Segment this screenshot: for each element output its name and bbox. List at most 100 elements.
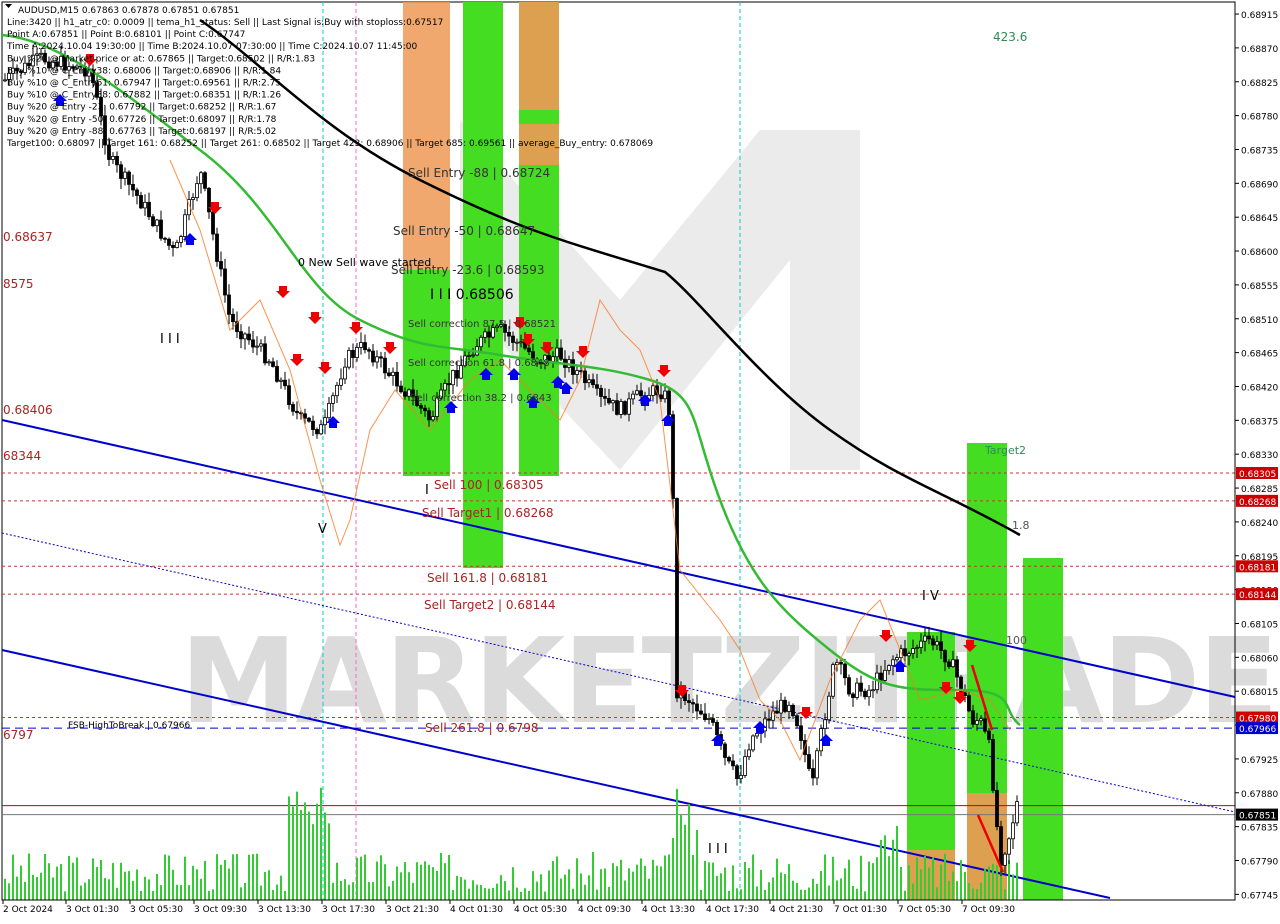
candle-body [239, 331, 243, 340]
candle-body [343, 366, 347, 380]
candle-body [315, 429, 319, 435]
level-label: Sell 100 | 0.68305 [434, 478, 544, 492]
candle-body [419, 405, 423, 409]
candle-body [815, 750, 819, 779]
header-line: Time A:2024.10.04 19:30:00 || Time B:202… [6, 42, 417, 52]
candle-body [227, 294, 231, 315]
y-tick-label: 0.68915 [1241, 11, 1278, 21]
candle-body [639, 390, 643, 397]
candle-body [371, 350, 375, 363]
candle-body [623, 401, 627, 415]
candle-body [619, 401, 623, 415]
y-tick-label: 0.68465 [1241, 350, 1278, 360]
candle-body [1007, 838, 1011, 855]
candle-body [127, 171, 131, 185]
candle-body [767, 718, 771, 721]
candle-body [775, 710, 779, 714]
candle-body [751, 735, 755, 751]
candle-body [575, 370, 579, 375]
candle-body [151, 216, 155, 227]
candle-body [971, 710, 975, 725]
candle-body [147, 201, 151, 218]
x-tick-label: 4 Oct 21:30 [770, 905, 823, 915]
candle-body [111, 155, 115, 160]
candle-body [787, 704, 791, 712]
candle-body [747, 749, 751, 758]
candle-body [1003, 853, 1007, 866]
candle-body [471, 354, 475, 357]
candle-body [671, 414, 675, 499]
level-label: 1.8 [1012, 519, 1030, 532]
left-level-label: 68344 [3, 449, 41, 463]
candle-body [955, 659, 959, 678]
candle-body [903, 648, 907, 657]
x-tick-label: 3 Oct 17:30 [322, 905, 375, 915]
candle-body [707, 718, 711, 720]
candle-body [319, 424, 323, 435]
candle-body [479, 336, 483, 348]
candle-body [1015, 801, 1019, 824]
candle-body [927, 635, 931, 640]
candle-body [779, 699, 783, 714]
candle-body [699, 710, 703, 715]
candle-body [839, 661, 843, 665]
x-tick-label: 3 Oct 09:30 [194, 905, 247, 915]
level-label: Sell Entry -50 | 0.68647 [393, 224, 535, 238]
level-label: 423.6 [993, 30, 1027, 44]
level-label: Sell correction 87.5 | 0.68521 [408, 319, 556, 330]
candle-body [275, 366, 279, 382]
candle-body [711, 718, 715, 723]
candle-body [379, 356, 383, 359]
y-tick-label: 0.68600 [1241, 248, 1278, 258]
candle-body [991, 739, 995, 791]
candle-body [167, 238, 171, 246]
candle-body [907, 653, 911, 657]
candle-body [395, 371, 399, 387]
candle-body [859, 682, 863, 692]
y-tick-label: 0.68285 [1241, 485, 1278, 495]
candle-body [607, 397, 611, 404]
candle-body [675, 498, 679, 699]
candle-body [427, 410, 431, 421]
y-tick-label: 0.68690 [1241, 180, 1278, 190]
candle-body [375, 356, 379, 363]
candle-body [931, 638, 935, 646]
candle-body [667, 390, 671, 416]
left-level-label: 0.68406 [3, 403, 53, 417]
level-label: 100 [1006, 634, 1027, 647]
candle-body [987, 730, 991, 740]
candle-body [367, 349, 371, 352]
level-label: Sell 161.8 | 0.68181 [427, 571, 548, 585]
price-tag-label: 0.68305 [1239, 470, 1276, 480]
candle-body [571, 359, 575, 375]
candle-body [975, 720, 979, 725]
candle-body [507, 331, 511, 337]
candle-body [203, 172, 207, 189]
candle-body [155, 219, 159, 227]
candle-body [999, 826, 1003, 866]
candle-body [851, 693, 855, 698]
candle-body [119, 164, 123, 179]
candle-body [223, 268, 227, 296]
header-line: Buy %10 @ C_Entry38: 0.68006 || Target:0… [7, 66, 281, 76]
candle-body [599, 387, 603, 397]
y-tick-label: 0.67835 [1241, 824, 1278, 834]
y-tick-label: 0.67790 [1241, 857, 1278, 867]
x-tick-label: 4 Oct 17:30 [706, 905, 759, 915]
y-tick-label: 0.68060 [1241, 654, 1278, 664]
candle-body [183, 214, 187, 237]
candle-body [863, 690, 867, 698]
level-label: FSB-HighToBreak | 0.67966 [68, 721, 190, 731]
header-line: Buy %10 @ C_Entry88: 0.67882 || Target:0… [7, 91, 281, 101]
candle-body [939, 641, 943, 651]
candle-body [715, 721, 719, 735]
x-tick-label: 4 Oct 13:30 [642, 905, 695, 915]
candle-body [263, 343, 267, 364]
candle-body [339, 378, 343, 386]
level-label: I I I [708, 842, 728, 857]
candle-body [447, 383, 451, 386]
candle-body [551, 356, 555, 362]
zone-bar [1023, 558, 1063, 900]
header-line: Buy %20 @ Entry -23: 0.67792 || Target:0… [7, 103, 276, 113]
candle-body [179, 236, 183, 243]
